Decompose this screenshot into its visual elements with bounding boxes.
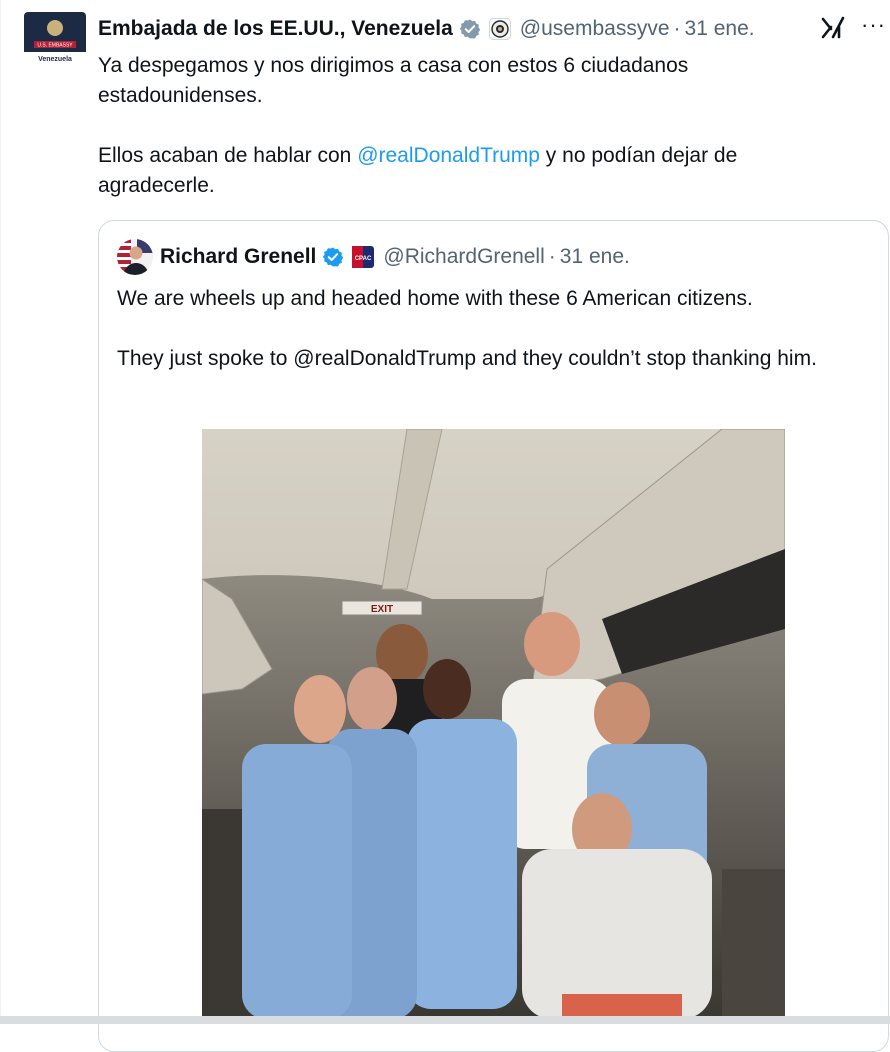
quoted-tweet[interactable]: Richard Grenell CPAC @RichardGrenell · 3… xyxy=(98,220,889,1052)
author-avatar[interactable]: U.S. EMBASSY Venezuela xyxy=(24,12,86,74)
tweet-line-2-pre: Ellos acaban de hablar con xyxy=(98,144,358,167)
separator: · xyxy=(673,17,681,40)
quote-verified-badge-icon[interactable] xyxy=(322,246,344,268)
tweet-line-1: Ya despegamos y nos dirigimos a casa con… xyxy=(98,54,689,107)
avatar-label-top: U.S. EMBASSY xyxy=(37,43,73,49)
verified-badge-icon[interactable] xyxy=(459,18,481,40)
cpac-badge-icon[interactable]: CPAC xyxy=(352,246,375,268)
mention-link[interactable]: @realDonaldTrump xyxy=(357,144,540,167)
quote-separator: · xyxy=(548,245,556,268)
author-handle[interactable]: @usembassyve xyxy=(520,17,670,41)
grok-icon[interactable] xyxy=(820,15,846,41)
timeline-border xyxy=(0,0,1,1024)
us-seal-icon[interactable] xyxy=(488,18,511,40)
tweet-header: Embajada de los EE.UU., Venezuela @usemb… xyxy=(98,14,880,44)
avatar-label-bottom: Venezuela xyxy=(38,56,72,63)
photo-exit-sign: EXIT xyxy=(371,604,393,615)
quote-author-name[interactable]: Richard Grenell xyxy=(160,245,316,269)
author-name[interactable]: Embajada de los EE.UU., Venezuela xyxy=(98,17,453,41)
quote-author-handle[interactable]: @RichardGrenell xyxy=(383,245,544,269)
quote-line-2: They just spoke to @realDonaldTrump and … xyxy=(117,347,817,370)
cpac-badge-text: CPAC xyxy=(355,256,372,262)
tweet-text: Ya despegamos y nos dirigimos a casa con… xyxy=(98,51,858,201)
quote-line-1: We are wheels up and headed home with th… xyxy=(117,287,753,310)
quote-header: Richard Grenell CPAC @RichardGrenell · 3… xyxy=(160,241,630,273)
quote-author-avatar[interactable] xyxy=(117,239,153,275)
bottom-scroll-edge xyxy=(0,1016,890,1024)
tweet-line-2: Ellos acaban de hablar con @realDonaldTr… xyxy=(98,141,858,201)
quote-text: We are wheels up and headed home with th… xyxy=(117,284,867,374)
timestamp[interactable]: 31 ene. xyxy=(685,17,755,41)
quote-timestamp[interactable]: 31 ene. xyxy=(560,245,630,269)
quote-photo[interactable]: EXIT xyxy=(202,429,785,1019)
more-icon[interactable]: ··· xyxy=(861,12,886,38)
